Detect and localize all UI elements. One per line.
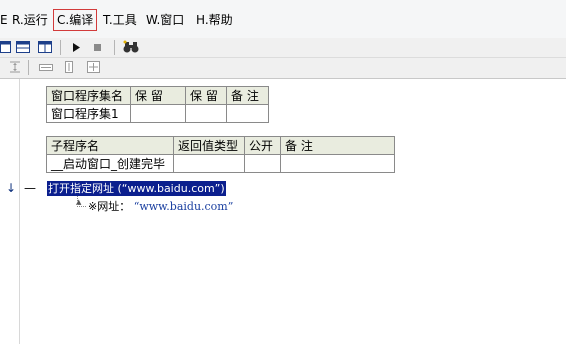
menu-bar: E R.运行 C.编译 T.工具 W.窗口 H.帮助 [0, 0, 566, 39]
run-icon[interactable] [70, 40, 84, 54]
remark-cell[interactable] [280, 154, 395, 173]
menu-item-help[interactable]: H.帮助 [196, 9, 233, 31]
subroutine-table: 子程序名 返回值类型 公开 备 注 __启动窗口_创建完毕 [46, 136, 395, 173]
toolbar-secondary [0, 58, 566, 79]
parameter-value: “www.baidu.com” [133, 200, 234, 213]
toolbar-primary [0, 38, 566, 58]
public-header: 公开 [244, 136, 281, 155]
assembly-table: 窗口程序集名 保 留 保 留 备 注 窗口程序集1 [46, 86, 269, 123]
assembly-name-cell[interactable]: 窗口程序集1 [46, 104, 131, 123]
equal-size-icon[interactable] [86, 60, 100, 74]
align-vertical-icon[interactable] [8, 60, 22, 74]
menu-item-window[interactable]: W.窗口 [146, 9, 184, 31]
menu-item-compile[interactable]: C.编译 [53, 9, 98, 31]
window-layout-icon[interactable] [0, 40, 14, 54]
tree-connector [77, 196, 86, 207]
remark-header: 备 注 [280, 136, 395, 155]
equal-width-icon[interactable] [38, 60, 53, 74]
split-vertical-icon[interactable] [38, 40, 52, 54]
execution-arrow-icon: ↓ [6, 181, 17, 195]
menu-item-run[interactable]: R.运行 [12, 9, 48, 31]
find-binoculars-icon[interactable] [122, 40, 139, 54]
return-type-header: 返回值类型 [173, 136, 245, 155]
reserved-cell-2[interactable] [185, 104, 227, 123]
selected-code-line[interactable]: 打开指定网址 (“www.baidu.com”) [47, 181, 226, 196]
reserved-header-1: 保 留 [130, 86, 186, 105]
subroutine-name-header: 子程序名 [46, 136, 174, 155]
split-horizontal-icon[interactable] [16, 40, 30, 54]
stop-icon[interactable] [92, 40, 106, 54]
remark-cell[interactable] [226, 104, 269, 123]
reserved-header-2: 保 留 [185, 86, 227, 105]
public-cell[interactable] [244, 154, 281, 173]
line-marker: — [24, 181, 36, 195]
assembly-name-header: 窗口程序集名 [46, 86, 131, 105]
equal-height-icon[interactable] [62, 60, 76, 74]
return-type-cell[interactable] [173, 154, 245, 173]
menu-item-tools[interactable]: T.工具 [103, 9, 137, 31]
reserved-cell-1[interactable] [130, 104, 186, 123]
parameter-label: ※网址： [88, 200, 131, 213]
menu-item-edit[interactable]: E [0, 9, 8, 31]
gutter-divider [19, 79, 20, 344]
parameter-line[interactable]: ※网址： “www.baidu.com” [88, 198, 233, 214]
remark-header: 备 注 [226, 86, 269, 105]
subroutine-name-cell[interactable]: __启动窗口_创建完毕 [46, 154, 174, 173]
